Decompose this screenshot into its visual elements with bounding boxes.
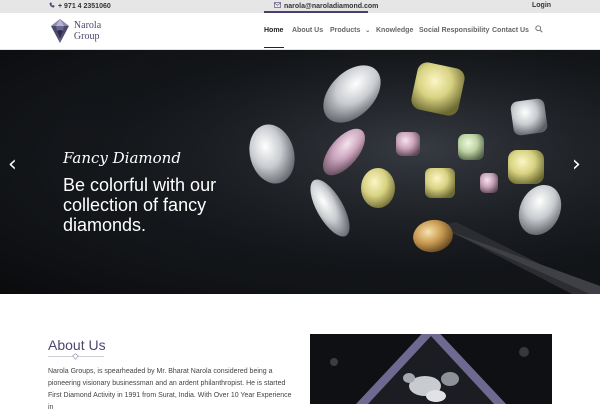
logo[interactable]: Narola Group (49, 17, 129, 45)
email-contact[interactable]: narola@naroladiamond.com (274, 2, 378, 10)
cushion-green-diamond (458, 134, 484, 160)
nav-social-responsibility[interactable]: Social Responsibility (419, 27, 489, 34)
diamonds-photo (310, 334, 552, 404)
logo-text: Narola Group (73, 20, 102, 42)
asscher-diamond (510, 98, 548, 136)
email-address: narola@naroladiamond.com (284, 2, 379, 10)
nav-home[interactable]: Home (264, 27, 283, 34)
chevron-down-icon: ⌄ (365, 28, 371, 34)
nav-contact-us[interactable]: Contact Us (492, 27, 529, 34)
login-link[interactable]: Login (532, 2, 551, 9)
hero-subtitle: Fancy Diamond (63, 149, 181, 167)
about-image (310, 334, 552, 404)
phone-contact[interactable]: + 971 4 2351060 (49, 2, 111, 10)
hero-slider: ‹ › Fancy Diamond Be colorful with our c… (0, 50, 600, 294)
envelope-icon (274, 2, 281, 10)
about-heading: About Us (48, 337, 106, 353)
top-bar: + 971 4 2351060 narola@naroladiamond.com… (0, 0, 600, 13)
nav-active-indicator (264, 47, 284, 48)
phone-number: + 971 4 2351060 (58, 2, 111, 10)
cushion-yellow-diamond (508, 150, 544, 184)
cushion-pink-diamond (396, 132, 420, 156)
nav-about-us[interactable]: About Us (292, 27, 323, 34)
main-header: Narola Group Home About Us Products ⌄ Kn… (0, 13, 600, 50)
diamonds-artwork (0, 50, 600, 294)
diamond-logo-icon (50, 19, 69, 43)
search-icon[interactable] (535, 25, 543, 35)
chevron-right-icon[interactable]: › (572, 152, 581, 177)
radiant-yellow-small-diamond (425, 168, 455, 198)
nav-products[interactable]: Products ⌄ (330, 27, 370, 34)
phone-icon (49, 2, 55, 10)
nav-knowledge[interactable]: Knowledge (376, 27, 413, 34)
diamond-divider-icon (72, 353, 79, 360)
cushion-pink-small-diamond (480, 173, 498, 193)
hero-headline: Be colorful with our collection of fancy… (63, 175, 217, 235)
chevron-left-icon[interactable]: ‹ (8, 152, 17, 177)
about-paragraph: Narola Groups, is spearheaded by Mr. Bha… (48, 368, 292, 411)
nav-products-label: Products (330, 27, 361, 34)
radiant-yellow-diamond (411, 62, 465, 116)
oval-yellow-diamond (361, 168, 395, 208)
